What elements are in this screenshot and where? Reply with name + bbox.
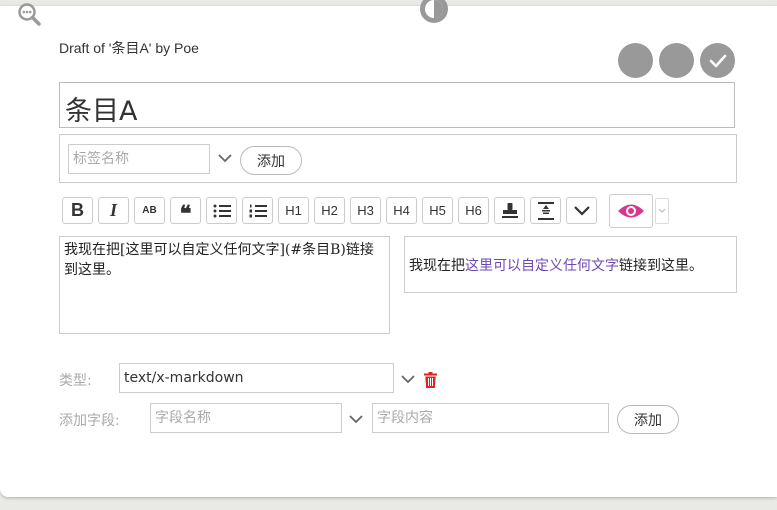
preview-link[interactable]: 这里可以自定义任何文字 <box>465 258 619 274</box>
chevron-down-icon <box>658 208 666 213</box>
title-text[interactable]: 条目A <box>65 89 137 128</box>
preview-text-after: 链接到这里。 <box>619 258 703 274</box>
bullet-list-icon <box>213 204 231 217</box>
chevron-down-icon[interactable] <box>400 374 416 384</box>
numbered-list-button[interactable] <box>242 197 273 224</box>
bullet-list-button[interactable] <box>206 197 237 224</box>
bold-button[interactable]: B <box>62 197 93 224</box>
heading4-button[interactable]: H4 <box>386 197 417 224</box>
draft-title: Draft of '条目A' by Poe <box>59 40 199 56</box>
type-label: 类型: <box>59 373 92 389</box>
heading6-button[interactable]: H6 <box>458 197 489 224</box>
delete-type-icon[interactable] <box>424 372 437 388</box>
zoom-out-icon[interactable] <box>17 2 41 26</box>
heading5-button[interactable]: H5 <box>422 197 453 224</box>
body-text-editor[interactable]: 我现在把[这里可以自定义任何文字](#条目B)链接到这里。 <box>59 236 390 334</box>
type-input[interactable] <box>119 363 394 393</box>
preview-text-before: 我现在把 <box>409 258 465 274</box>
strikethrough-button[interactable]: AB <box>134 197 165 224</box>
stamp-icon <box>501 202 518 218</box>
chevron-down-icon <box>573 205 590 216</box>
chevron-down-icon[interactable] <box>348 414 364 424</box>
delete-draft-button[interactable] <box>618 43 653 78</box>
title-field[interactable]: 条目A <box>59 82 735 128</box>
preview-type-dropdown[interactable] <box>655 198 669 224</box>
stamp-button[interactable] <box>494 197 525 224</box>
field-value-input[interactable] <box>372 403 609 433</box>
add-tag-button[interactable]: 添加 <box>240 146 302 175</box>
toggle-preview-button[interactable] <box>609 194 653 228</box>
excise-icon <box>537 201 554 220</box>
excise-button[interactable] <box>530 197 561 224</box>
numbered-list-icon <box>249 204 267 217</box>
field-name-input[interactable] <box>150 403 342 433</box>
add-field-label: 添加字段: <box>59 413 120 429</box>
more-tools-button[interactable] <box>566 197 597 224</box>
tag-name-input[interactable] <box>68 144 210 174</box>
cancel-edit-button[interactable] <box>659 43 694 78</box>
contrast-icon[interactable] <box>418 0 450 24</box>
heading1-button[interactable]: H1 <box>278 197 309 224</box>
heading3-button[interactable]: H3 <box>350 197 381 224</box>
quote-button[interactable]: ❝ <box>170 197 201 225</box>
italic-button[interactable]: I <box>98 197 129 224</box>
heading2-button[interactable]: H2 <box>314 197 345 224</box>
checkmark-icon <box>709 54 726 67</box>
eye-icon <box>618 204 644 218</box>
chevron-down-icon[interactable] <box>217 153 233 163</box>
add-field-button[interactable]: 添加 <box>617 405 679 434</box>
save-button[interactable] <box>700 43 735 78</box>
tag-editor: 添加 <box>59 134 737 183</box>
preview-pane: 我现在把这里可以自定义任何文字链接到这里。 <box>404 236 737 293</box>
